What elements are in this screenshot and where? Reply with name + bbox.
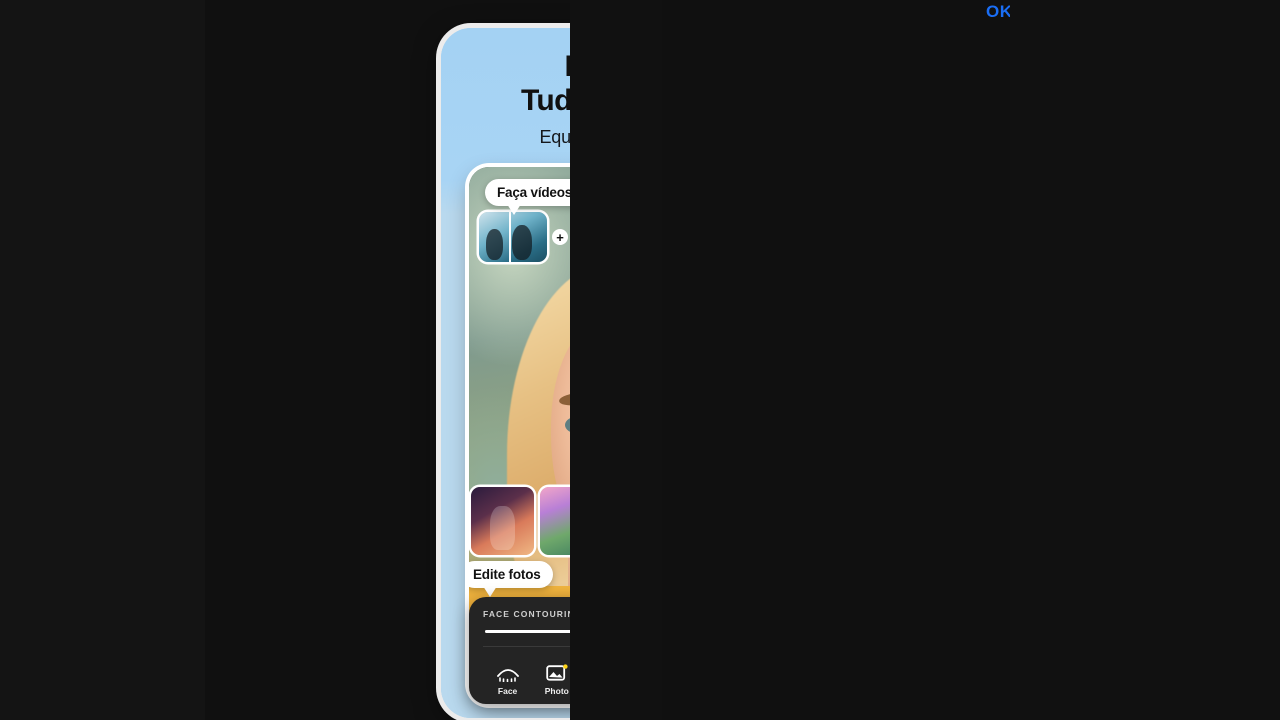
art-style-row[interactable] xyxy=(469,487,570,555)
left-subtitle: Equipado com AI xyxy=(539,126,570,147)
gallery-gutter-right xyxy=(1010,0,1280,720)
bubble-edit-photos: Edite fotos xyxy=(469,561,553,597)
ok-label-right[interactable]: OK xyxy=(986,2,1010,22)
bubble-make-music-videos: Faça vídeos musicais xyxy=(485,179,570,215)
face-contouring-slider[interactable] xyxy=(485,630,570,633)
left-title-line1: Editor xyxy=(441,50,570,84)
left-editor-controls[interactable]: FACE CONTOURING 7 Face xyxy=(469,597,570,704)
left-headline-block: Editor Tudo em um Equipado com AI xyxy=(441,50,570,148)
left-title-line2: Tudo em um xyxy=(520,83,570,117)
photo-icon xyxy=(546,664,568,681)
app-screenshot-panel-right[interactable]: Solte sua criatividade Transforme fotos … xyxy=(662,0,1010,720)
art-style-thumb-1[interactable] xyxy=(471,487,534,555)
clip-thumbnail-1[interactable] xyxy=(479,212,547,262)
phone-mockup-left: Editor Tudo em um Equipado com AI xyxy=(441,28,570,718)
video-clip-strip[interactable]: + + xyxy=(479,212,570,262)
app-screenshot-panel-left[interactable]: Editor Tudo em um Equipado com AI xyxy=(205,0,570,720)
face-icon xyxy=(496,669,519,682)
bubble-video-text: Faça vídeos musicais xyxy=(497,185,570,200)
left-tab-bar[interactable]: Face Photo + xyxy=(483,646,570,696)
tab-photo[interactable]: Photo xyxy=(532,664,570,696)
art-style-thumb-2[interactable] xyxy=(540,487,570,555)
screenshot-stage: Editor Tudo em um Equipado com AI xyxy=(0,0,1280,720)
tab-photo-label: Photo xyxy=(544,686,569,696)
clip-plus-1[interactable]: + xyxy=(552,229,568,245)
face-contouring-row: FACE CONTOURING 7 xyxy=(483,608,570,619)
tab-face[interactable]: Face xyxy=(483,667,532,696)
slider-fill xyxy=(485,630,570,633)
face-contouring-label: FACE CONTOURING xyxy=(483,608,570,619)
tab-face-label: Face xyxy=(497,686,518,696)
gallery-gutter-middle xyxy=(570,0,662,720)
gallery-gutter-left xyxy=(0,0,205,720)
